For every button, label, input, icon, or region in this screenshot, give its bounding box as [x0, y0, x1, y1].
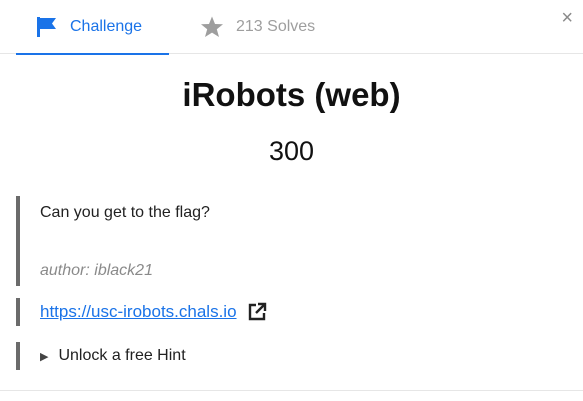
challenge-description: Can you get to the flag? author: iblack2… — [16, 196, 210, 286]
hint-label: Unlock a free Hint — [58, 347, 186, 364]
challenge-link[interactable]: https://usc-irobots.chals.io — [40, 302, 237, 322]
external-link-icon[interactable] — [247, 302, 267, 322]
tab-solves-label: 213 Solves — [236, 18, 316, 35]
challenge-points: 300 — [268, 136, 315, 166]
active-tab-indicator — [16, 53, 169, 55]
tab-challenge-label: Challenge — [70, 18, 143, 35]
tab-bar: Challenge 213 Solves × — [0, 0, 583, 55]
tab-challenge[interactable]: Challenge — [16, 0, 169, 55]
challenge-title: iRobots (web) — [182, 76, 401, 113]
description-text: Can you get to the flag? — [40, 204, 210, 221]
disclosure-triangle-icon: ▶ — [40, 350, 49, 363]
close-button[interactable]: × — [561, 8, 573, 28]
flag-icon — [36, 17, 58, 37]
tab-solves[interactable]: 213 Solves — [200, 0, 315, 54]
footer-divider — [0, 390, 583, 391]
hint-toggle[interactable]: ▶ Unlock a free Hint — [16, 342, 186, 370]
challenge-link-block: https://usc-irobots.chals.io — [16, 298, 267, 326]
star-icon — [200, 16, 224, 38]
author-text: author: iblack21 — [40, 262, 153, 279]
